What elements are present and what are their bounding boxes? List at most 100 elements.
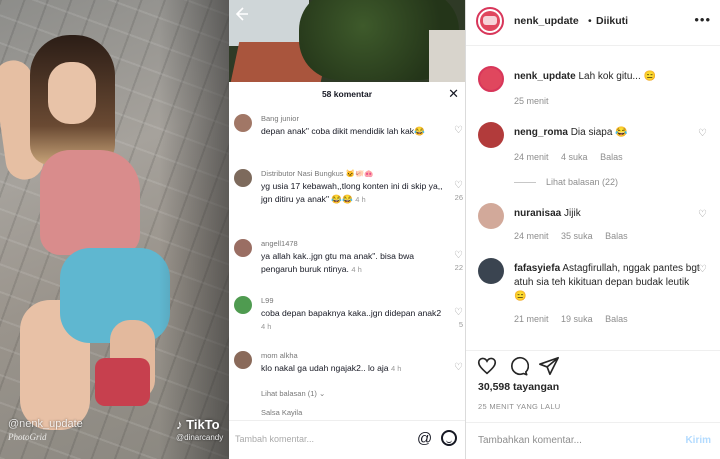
comment-emoji: 😂 xyxy=(414,126,425,136)
close-icon[interactable]: ✕ xyxy=(448,86,459,102)
posted-time: 25 MENIT YANG LALU xyxy=(478,402,561,411)
post-username[interactable]: nenk_update xyxy=(514,15,579,27)
photogrid-watermark: PhotoGrid xyxy=(8,432,47,442)
comment-text: nuranisaa Jijik xyxy=(514,207,704,221)
comment-meta: 24 menit 4 suka Balas xyxy=(514,152,633,162)
caption-username[interactable]: nenk_update xyxy=(514,71,576,82)
reply-button[interactable]: Balas xyxy=(605,314,628,324)
comment-username[interactable]: neng_roma xyxy=(514,127,568,138)
comment-text: neng_roma Dia siapa 😂 xyxy=(514,126,704,140)
reply-button[interactable]: Balas xyxy=(600,152,623,162)
tiktok-comment-input-bar: Tambah komentar... @ xyxy=(229,420,465,459)
comment-icon[interactable] xyxy=(507,355,530,377)
heart-icon[interactable]: ♡ xyxy=(698,209,707,220)
comment-time: 24 menit xyxy=(514,231,549,241)
post-comment-button[interactable]: Kirim xyxy=(685,435,711,446)
emoji-icon[interactable] xyxy=(441,430,457,446)
tiktok-logo-text: TikTo xyxy=(186,417,220,432)
comment-username-text: Distributor Nasi Bungkus xyxy=(261,169,344,178)
comment-likes[interactable]: 35 suka xyxy=(561,231,593,241)
comment-text: klo nakal ga udah ngajak2.. lo aja 4 h xyxy=(261,362,446,376)
avatar[interactable] xyxy=(478,258,504,284)
heart-icon[interactable]: ♡ xyxy=(454,180,463,191)
comment-body: klo nakal ga udah ngajak2.. lo aja xyxy=(261,363,389,373)
avatar[interactable] xyxy=(478,122,504,148)
avatar[interactable] xyxy=(476,7,504,35)
heart-icon[interactable]: ♡ xyxy=(454,362,463,373)
avatar[interactable] xyxy=(234,351,252,369)
avatar[interactable] xyxy=(234,169,252,187)
comment-text: fafasyiefa Astagfirullah, nggak pantes b… xyxy=(514,262,704,304)
comment-likes[interactable]: 4 suka xyxy=(561,152,588,162)
heart-icon[interactable]: ♡ xyxy=(454,250,463,261)
more-icon[interactable]: ••• xyxy=(694,12,711,27)
comment-time: 21 menit xyxy=(514,314,549,324)
avatar[interactable] xyxy=(234,239,252,257)
video-figure-top xyxy=(40,150,140,255)
video-wall xyxy=(429,30,465,82)
avatar[interactable] xyxy=(234,114,252,132)
heart-icon[interactable]: ♡ xyxy=(698,128,707,139)
comment-time: 4 h xyxy=(351,264,362,274)
heart-icon[interactable] xyxy=(476,355,498,377)
share-icon[interactable] xyxy=(538,355,560,377)
avatar[interactable] xyxy=(234,296,252,314)
comment-text: coba depan bapaknya kaka..jgn didepan an… xyxy=(261,307,446,333)
comment-text: ya allah kak..jgn gtu ma anak". bisa bwa… xyxy=(261,250,446,276)
avatar[interactable] xyxy=(478,66,504,92)
video-figure-shoe xyxy=(95,358,150,406)
phone-video-preview[interactable] xyxy=(229,0,465,82)
comment-body: Jijik xyxy=(564,208,581,219)
comment-body: Dia siapa xyxy=(570,127,613,138)
view-replies-link[interactable]: Lihat balasan (1) ⌄ xyxy=(261,389,325,398)
comment-time: 4 h xyxy=(261,321,272,331)
comment-emoji: 😑 xyxy=(514,291,527,302)
like-count: 26 xyxy=(454,193,463,202)
comment-username[interactable]: fafasyiefa xyxy=(514,263,560,274)
comment-body: ya allah kak..jgn gtu ma anak". bisa bwa… xyxy=(261,251,415,274)
caption-meta: 25 menit xyxy=(514,96,559,106)
back-arrow-icon[interactable] xyxy=(233,6,251,24)
comment-username[interactable]: nuranisaa xyxy=(514,208,561,219)
comment-body: depan anak" coba dikit mendidik lah kak xyxy=(261,126,415,136)
comment-input[interactable]: Tambah komentar... xyxy=(235,434,314,444)
comment-username[interactable]: Distributor Nasi Bungkus 🐱🐖🐽 xyxy=(261,169,374,178)
instagram-post-panel: nenk_update • Diikuti ••• nenk_update La… xyxy=(465,0,720,459)
video-watermark: @nenk_update xyxy=(8,418,83,430)
reply-button[interactable]: Balas xyxy=(605,231,628,241)
heart-icon[interactable]: ♡ xyxy=(454,307,463,318)
video-panel[interactable]: @nenk_update PhotoGrid xyxy=(0,0,229,459)
comment-time: 4 h xyxy=(355,194,366,204)
comment-username[interactable]: Salsa Kayila xyxy=(261,408,302,417)
comment-username[interactable]: L99 xyxy=(261,296,274,305)
comment-emoji: 😂😂 xyxy=(331,193,353,204)
at-icon[interactable]: @ xyxy=(417,430,432,447)
like-count: 5 xyxy=(458,320,463,329)
comments-header: 58 komentar ✕ xyxy=(229,82,465,106)
view-replies-label: Lihat balasan (1) xyxy=(261,389,317,398)
comment-time: 24 menit xyxy=(514,152,549,162)
caption-emoji: 😑 xyxy=(643,71,656,82)
view-count[interactable]: 30,598 tayangan xyxy=(478,381,559,393)
video-figure-face xyxy=(48,62,96,124)
tiktok-comments-panel: 58 komentar ✕ Bang junior depan anak" co… xyxy=(229,0,465,459)
comment-username[interactable]: Bang junior xyxy=(261,114,299,123)
avatar-image xyxy=(480,11,500,31)
comment-username[interactable]: angell1478 xyxy=(261,239,298,248)
tiktok-logo: ♪ TikTo xyxy=(176,417,220,432)
caption-body: Lah kok gitu... xyxy=(578,71,641,82)
comment-text: yg usia 17 kebawah,,tlong konten ini di … xyxy=(261,180,446,206)
comment-username[interactable]: mom alkha xyxy=(261,351,298,360)
comment-likes[interactable]: 19 suka xyxy=(561,314,593,324)
heart-icon[interactable]: ♡ xyxy=(454,125,463,136)
like-count: 22 xyxy=(454,263,463,272)
comment-count: 58 komentar xyxy=(321,89,373,99)
follow-button[interactable]: Diikuti xyxy=(596,15,628,27)
avatar[interactable] xyxy=(478,203,504,229)
view-replies-link[interactable]: Lihat balasan (22) xyxy=(514,177,618,187)
add-comment-input[interactable]: Tambahkan komentar... xyxy=(478,435,582,446)
heart-icon[interactable]: ♡ xyxy=(698,264,707,275)
caption-text: nenk_update Lah kok gitu... 😑 xyxy=(514,70,704,84)
comment-meta: 21 menit 19 suka Balas xyxy=(514,314,638,324)
comment-emoji: 😂 xyxy=(615,127,628,138)
